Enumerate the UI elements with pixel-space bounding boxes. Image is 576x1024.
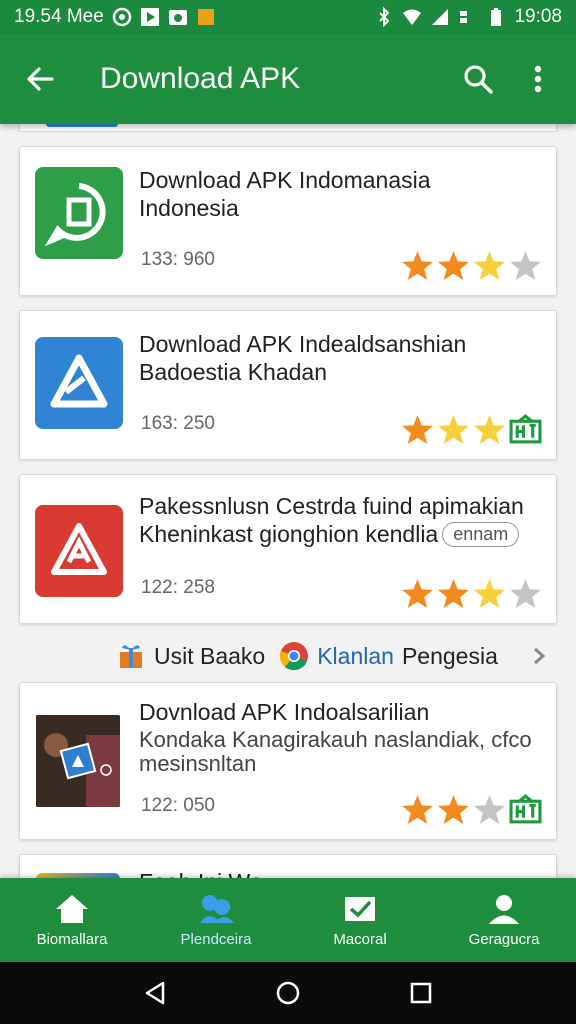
star-icon — [474, 415, 505, 444]
nav-item-profile[interactable]: Geragucra — [432, 878, 576, 962]
chrome-icon — [280, 642, 309, 671]
star-icon — [402, 579, 433, 608]
list-item[interactable]: Pakessnlusn Cestrda fuind apimakian Khen… — [19, 474, 557, 624]
app-title-line1: Dovnload APK Indoalsarilian — [139, 699, 430, 725]
list-item[interactable]: Dovnload APK Indoalsarilian Kondaka Kana… — [19, 682, 557, 840]
star-rating — [401, 577, 542, 610]
app-list[interactable]: Download APK Indomanasia Indonesia 133: … — [0, 124, 576, 878]
nav-label-home: Biomallara — [36, 930, 108, 948]
gift-icon — [120, 645, 142, 668]
promo-link[interactable]: Klanlan — [317, 643, 394, 670]
star-rating — [401, 413, 542, 446]
home-icon — [56, 894, 88, 923]
star-icon — [474, 579, 505, 608]
status-left-text: 19.54 Mee — [14, 6, 104, 27]
search-icon — [464, 65, 493, 94]
app-title-line1: Pakessnlusn Cestrda fuind apimakian — [139, 493, 524, 519]
status-time: 19:08 — [514, 6, 562, 27]
list-item[interactable]: Fooh Ini Wo — [19, 854, 557, 878]
star-icon — [402, 415, 433, 444]
download-count: 122: 258 — [141, 577, 215, 598]
nav-item-home[interactable]: Biomallara — [0, 878, 144, 962]
notification-icon — [197, 9, 214, 25]
promo-row[interactable]: Usit Baako Klanlan Pengesia — [0, 634, 576, 678]
star-icon — [510, 251, 541, 280]
star-icon — [438, 795, 469, 824]
app-title-line2-text: Kheninkast gionghion kendlia — [139, 521, 439, 547]
data-icon — [460, 11, 468, 23]
nav-label-people: Plendceira — [180, 930, 252, 948]
star-icon — [510, 579, 541, 608]
star-icon — [474, 251, 505, 280]
back-button[interactable] — [0, 34, 80, 124]
app-title-line1: Download APK Indomanasia — [139, 167, 431, 193]
back-arrow-icon — [27, 67, 54, 91]
status-badge: ennam — [442, 522, 520, 547]
check-box-icon — [345, 896, 375, 921]
gift-box-icon — [509, 794, 542, 824]
partial-card-top — [19, 124, 557, 132]
promo-text-3: Pengesia — [401, 642, 498, 669]
star-icon — [438, 415, 469, 444]
app-title-line1: Fooh Ini Wo — [139, 869, 263, 878]
camera-icon — [168, 10, 187, 25]
app-title-line2: Badoestia Khadan — [139, 359, 327, 385]
nav-item-check[interactable]: Macoral — [288, 878, 432, 962]
triangle-app-icon — [35, 337, 123, 429]
gift-box-icon — [509, 414, 542, 444]
star-icon — [438, 251, 469, 280]
nav-label-check: Macoral — [333, 930, 387, 948]
bottom-navigation: Biomallara Plendceira Macoral Geragucra — [0, 878, 576, 962]
app-bar: Download APK — [0, 34, 576, 124]
whatsapp-icon — [112, 7, 132, 27]
chat-app-icon — [35, 167, 123, 259]
home-circle-icon[interactable] — [275, 980, 301, 1006]
bluetooth-icon — [379, 7, 390, 27]
page-title: Download APK — [100, 62, 301, 95]
download-count: 163: 250 — [141, 413, 215, 434]
system-navigation-bar — [0, 962, 576, 1024]
people-icon — [200, 894, 234, 923]
star-icon — [402, 795, 433, 824]
battery-icon — [491, 8, 502, 26]
download-count: 122: 050 — [141, 795, 215, 816]
star-icon — [474, 795, 505, 824]
star-rating — [401, 793, 542, 826]
back-triangle-icon[interactable] — [144, 981, 166, 1005]
recents-square-icon[interactable] — [410, 982, 432, 1004]
chevron-right-icon[interactable] — [532, 646, 546, 666]
search-button[interactable] — [448, 34, 508, 124]
download-count: 133: 960 — [141, 249, 215, 270]
red-triangle-app-icon — [35, 505, 123, 597]
wifi-icon — [403, 9, 422, 25]
nav-label-profile: Geragucra — [468, 930, 540, 948]
list-item[interactable]: Download APK Indealdsanshian Badoestia K… — [19, 310, 557, 460]
app-title-line3: mesinsnltan — [139, 751, 257, 776]
partial-card-top-icon — [46, 124, 118, 127]
app-title-line2: Kheninkast gionghion kendlia ennam — [139, 521, 520, 548]
app-title-line2: Indonesia — [139, 195, 239, 221]
list-item[interactable]: Download APK Indomanasia Indonesia 133: … — [19, 146, 557, 296]
app-title-line2: Kondaka Kanagirakauh naslandiak, cfco — [139, 727, 532, 752]
star-icon — [402, 251, 433, 280]
app-title-line1: Download APK Indealdsanshian — [139, 331, 467, 357]
photo-app-icon — [36, 715, 120, 807]
signal-icon — [432, 9, 449, 25]
star-icon — [438, 579, 469, 608]
more-vert-icon — [534, 65, 542, 93]
nav-item-people[interactable]: Plendceira — [144, 878, 288, 962]
play-icon — [140, 8, 159, 26]
promo-text-1: Usit Baako — [154, 642, 266, 669]
more-options-button[interactable] — [508, 34, 568, 124]
star-rating — [401, 249, 542, 282]
person-icon — [489, 894, 519, 924]
status-bar: 19.54 Mee 19:08 — [0, 0, 576, 34]
